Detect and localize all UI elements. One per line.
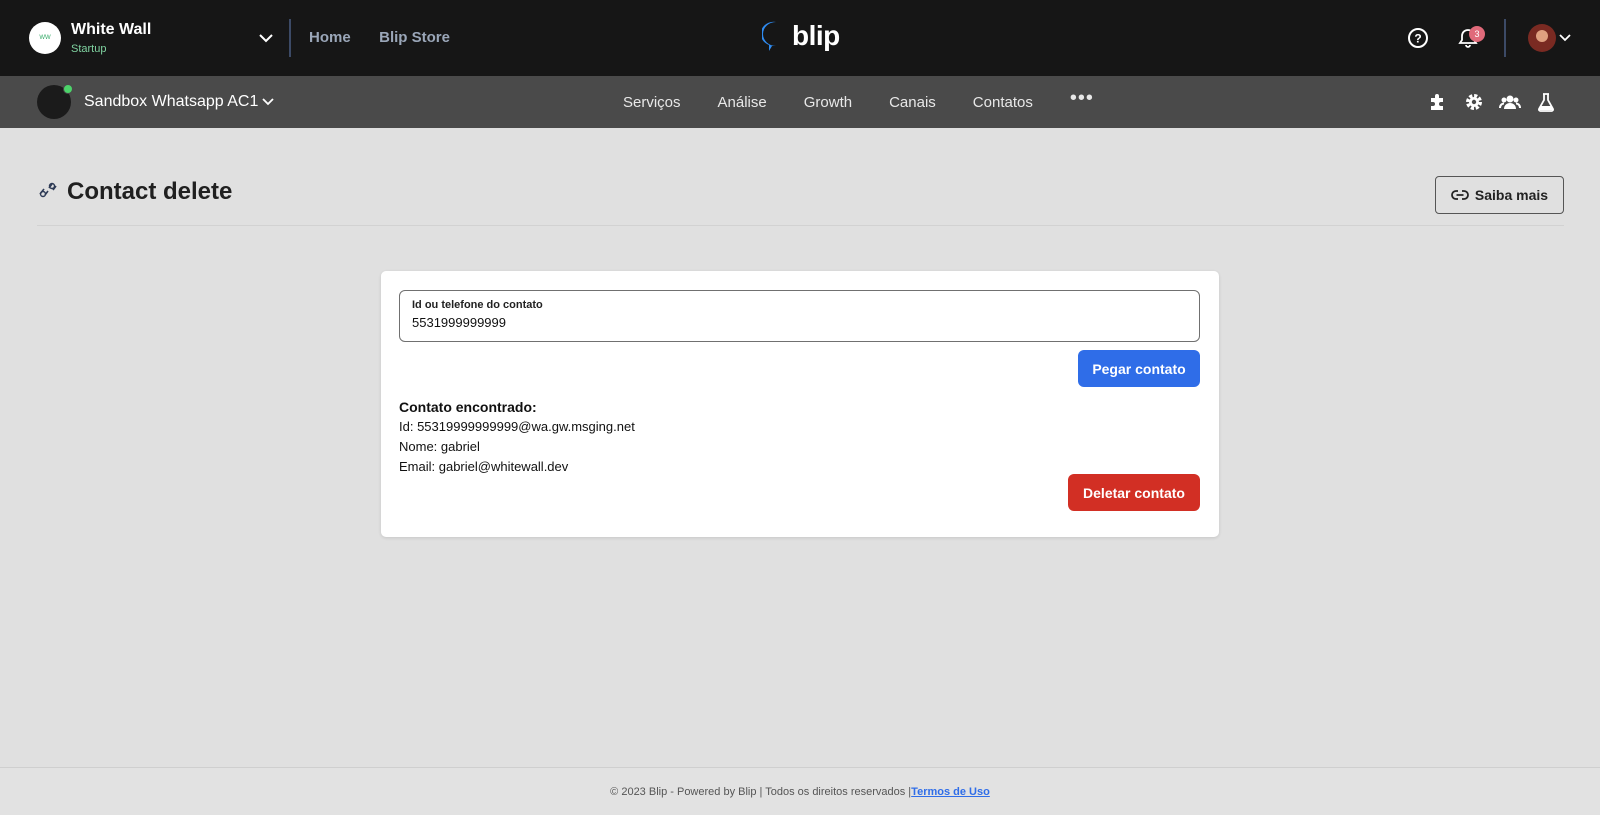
learn-more-button[interactable]: Saiba mais — [1435, 176, 1564, 214]
flask-icon[interactable] — [1532, 88, 1560, 116]
org-name: White Wall — [71, 21, 152, 38]
divider — [1504, 19, 1506, 57]
notification-badge: 3 — [1469, 26, 1485, 42]
gear-icon[interactable] — [1460, 88, 1488, 116]
contact-id-label: Id ou telefone do contato — [412, 299, 543, 311]
contact-result: Contato encontrado: Id: 55319999999999@w… — [399, 397, 635, 477]
link-icon — [1451, 190, 1469, 200]
page-title: Contact delete — [67, 178, 233, 205]
learn-more-label: Saiba mais — [1474, 187, 1549, 203]
logo-text: blip — [792, 20, 840, 51]
chevron-down-icon — [262, 98, 274, 106]
bot-nav: Serviços Análise Growth Canais Contatos … — [623, 76, 1131, 128]
org-avatar: WW — [29, 22, 61, 54]
nav-analise[interactable]: Análise — [718, 94, 767, 111]
nav-canais[interactable]: Canais — [889, 94, 936, 111]
page-header: Contact delete Saiba mais — [37, 176, 1564, 226]
users-icon[interactable] — [1496, 88, 1524, 116]
online-status-dot — [63, 84, 73, 94]
help-icon[interactable]: ? — [1404, 24, 1432, 52]
nav-blip-store[interactable]: Blip Store — [379, 29, 450, 46]
nav-home[interactable]: Home — [309, 29, 351, 46]
more-icon[interactable]: ••• — [1070, 87, 1094, 110]
contact-id-input[interactable] — [412, 315, 1187, 330]
svg-text:?: ? — [1414, 32, 1421, 46]
chevron-down-icon[interactable] — [251, 23, 281, 53]
result-heading: Contato encontrado: — [399, 399, 537, 415]
link-chain-icon — [37, 180, 59, 205]
top-nav: Home Blip Store — [309, 29, 474, 47]
footer: © 2023 Blip - Powered by Blip | Todos os… — [0, 767, 1600, 815]
terms-link[interactable]: Termos de Uso — [911, 786, 990, 798]
blip-logo[interactable]: blip — [762, 20, 840, 52]
delete-contact-button[interactable]: Deletar contato — [1068, 474, 1200, 511]
bot-avatar — [37, 84, 73, 119]
user-avatar[interactable] — [1528, 24, 1556, 52]
nav-contatos[interactable]: Contatos — [973, 94, 1033, 111]
org-switcher[interactable]: WW White Wall Startup — [29, 21, 239, 55]
bot-bar: Sandbox Whatsapp AC1 Serviços Análise Gr… — [0, 76, 1600, 128]
blip-logo-icon — [762, 21, 776, 51]
bot-switcher[interactable]: Sandbox Whatsapp AC1 — [37, 84, 274, 119]
notifications-button[interactable]: 3 — [1454, 24, 1485, 52]
footer-text: © 2023 Blip - Powered by Blip | Todos os… — [610, 785, 912, 798]
contact-delete-card: Id ou telefone do contato Pegar contato … — [381, 271, 1219, 537]
top-bar: WW White Wall Startup Home Blip Store bl… — [0, 0, 1600, 76]
nav-servicos[interactable]: Serviços — [623, 94, 681, 111]
org-plan: Startup — [71, 43, 107, 55]
result-email: Email: gabriel@whitewall.dev — [399, 459, 569, 474]
nav-growth[interactable]: Growth — [804, 94, 852, 111]
bot-name: Sandbox Whatsapp AC1 — [84, 93, 259, 110]
result-id: Id: 55319999999999@wa.gw.msging.net — [399, 419, 635, 434]
contact-id-field[interactable]: Id ou telefone do contato — [399, 290, 1200, 342]
result-name: Nome: gabriel — [399, 439, 480, 454]
get-contact-button[interactable]: Pegar contato — [1078, 350, 1200, 387]
divider — [289, 19, 291, 57]
chevron-down-icon[interactable] — [1556, 24, 1574, 52]
puzzle-icon[interactable] — [1424, 88, 1452, 116]
